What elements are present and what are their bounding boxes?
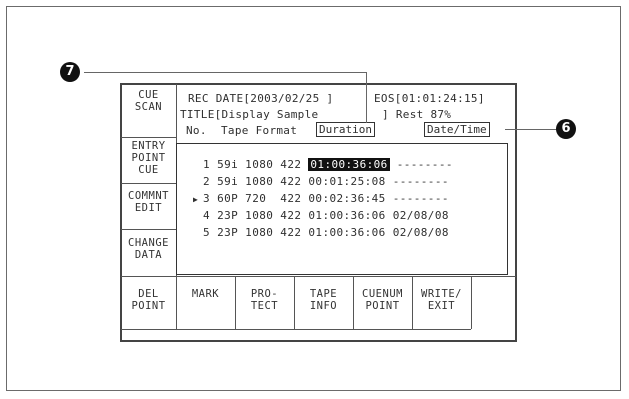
comment-edit-button[interactable]: COMMNT EDIT: [121, 190, 176, 214]
mark-button[interactable]: MARK: [176, 288, 235, 300]
del-point-button[interactable]: DEL POINT: [121, 288, 176, 312]
divider: [471, 276, 472, 329]
callout-marker-7: 7: [60, 62, 80, 82]
cursor-icon: ▶: [193, 195, 199, 204]
cue-scan-button[interactable]: CUE SCAN: [121, 89, 176, 113]
callout-line-duration: [84, 72, 366, 73]
clip-list: 1 59i 1080 422 01:00:36:06 -------- 2 59…: [176, 143, 508, 275]
entry-point-cue-button[interactable]: ENTRY POINT CUE: [121, 140, 176, 176]
column-date-time: Date/Time: [424, 122, 490, 137]
rest-capacity: ] Rest 87%: [382, 108, 452, 121]
rec-date: REC DATE[2003/02/25 ]: [188, 92, 334, 105]
list-item[interactable]: 4 23P 1080 422 01:00:36:06 02/08/08: [193, 209, 449, 222]
change-data-button[interactable]: CHANGE DATA: [121, 237, 176, 261]
list-item[interactable]: 5 23P 1080 422 01:00:36:06 02/08/08: [193, 226, 449, 239]
eos-timecode: EOS[01:01:24:15]: [374, 92, 485, 105]
selected-duration: 01:00:36:06: [308, 158, 390, 171]
title-field: TITLE[Display Sample: [180, 108, 319, 121]
list-item[interactable]: 1 59i 1080 422 01:00:36:06 --------: [193, 158, 453, 171]
callout-line-datetime: [505, 129, 557, 130]
divider: [121, 229, 176, 230]
list-item[interactable]: ▶ 3 60P 720 422 00:02:36:45 --------: [193, 192, 449, 206]
protect-button[interactable]: PRO- TECT: [235, 288, 294, 312]
tape-info-button[interactable]: TAPE INFO: [294, 288, 353, 312]
callout-marker-6: 6: [556, 119, 576, 139]
list-item[interactable]: 2 59i 1080 422 00:01:25:08 --------: [193, 175, 449, 188]
write-exit-button[interactable]: WRITE/ EXIT: [412, 288, 471, 312]
bottom-bar-divider: [121, 276, 516, 277]
divider: [121, 137, 176, 138]
cuenum-point-button[interactable]: CUENUM POINT: [353, 288, 412, 312]
divider: [121, 183, 176, 184]
column-duration: Duration: [316, 122, 375, 137]
divider: [121, 329, 471, 330]
callout-line-duration: [366, 72, 367, 123]
column-no: No.: [186, 124, 207, 137]
column-tape-format: Tape Format: [221, 124, 298, 137]
